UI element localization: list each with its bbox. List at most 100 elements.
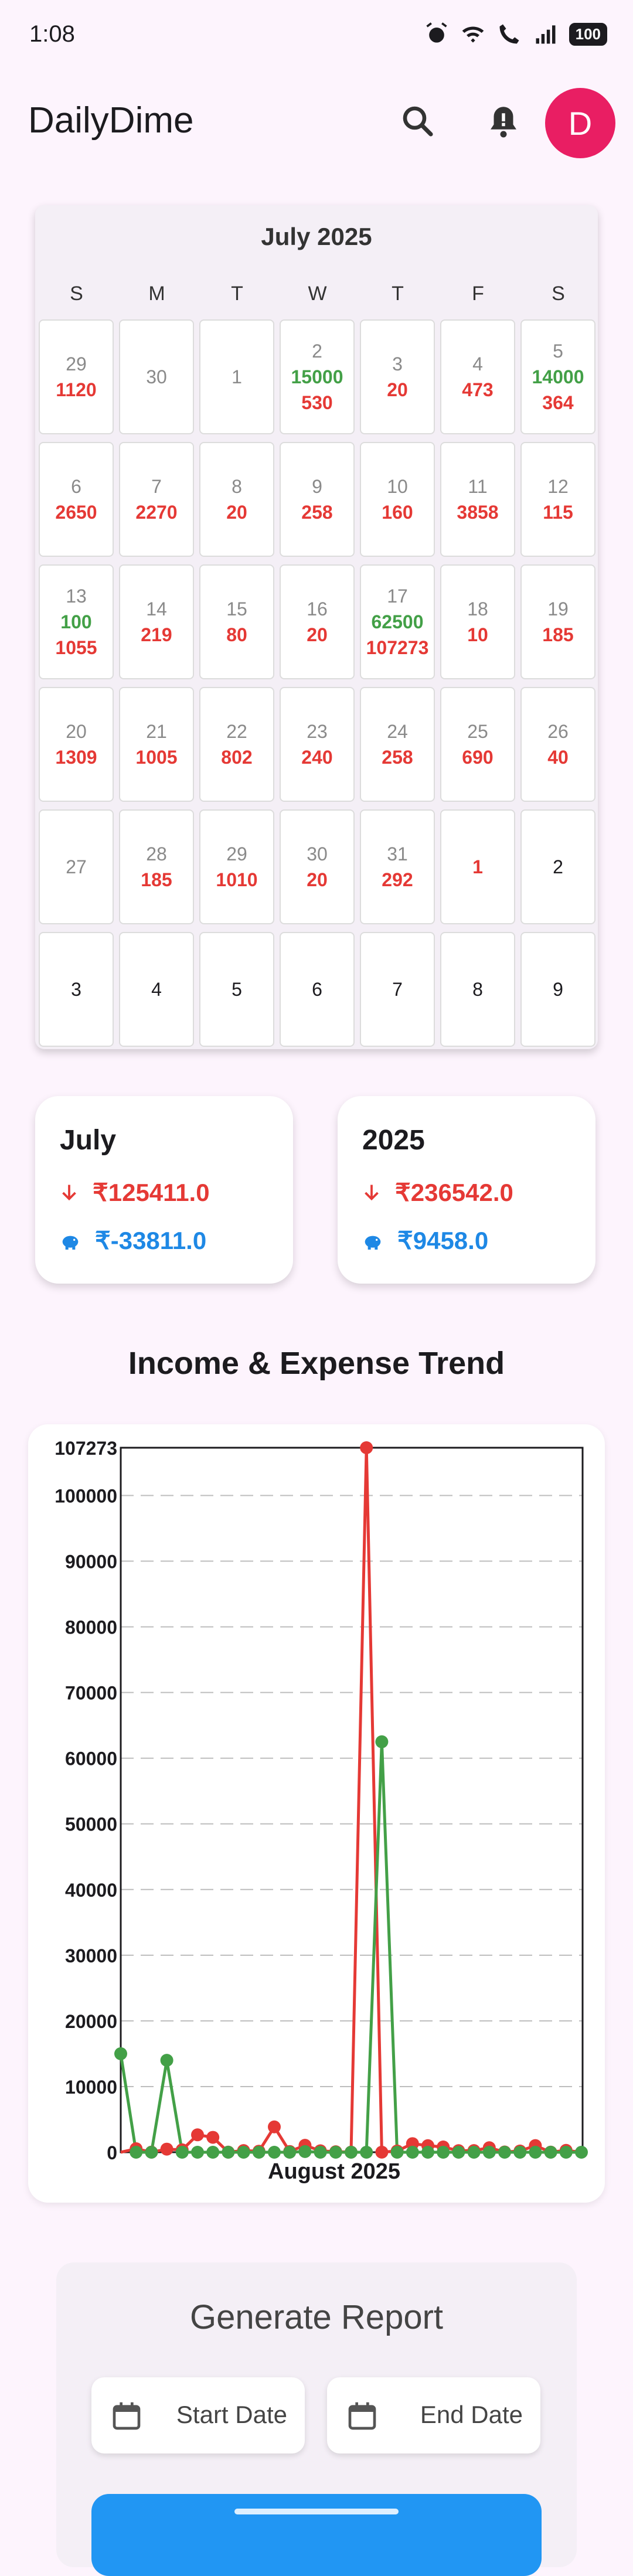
calendar-day-cell[interactable]: 31 292	[360, 809, 435, 924]
calendar-day-cell[interactable]: 3	[39, 932, 114, 1047]
calendar-day-cell[interactable]: 16 20	[280, 564, 355, 679]
calendar-day-cell[interactable]: 29 1120	[39, 319, 114, 434]
avatar[interactable]: D	[545, 88, 615, 158]
day-expense: 258	[301, 502, 333, 523]
calendar-day-cell[interactable]: 7	[360, 932, 435, 1047]
income-point	[329, 2146, 342, 2159]
y-tick-label: 80000	[65, 1617, 117, 1638]
calendar-day-cell[interactable]: 2	[520, 809, 595, 924]
trend-title: Income & Expense Trend	[128, 1346, 505, 1381]
day-number: 5	[553, 341, 563, 362]
expense-series-line	[120, 1447, 582, 2154]
calendar-day-cell[interactable]: 15 80	[199, 564, 274, 679]
calendar-day-cell[interactable]: 3 20	[360, 319, 435, 434]
calendar-day-cell[interactable]: 13 100 1055	[39, 564, 114, 679]
day-expense: 292	[382, 869, 413, 890]
calendar-day-cell[interactable]: 9	[520, 932, 595, 1047]
plot-frame	[120, 1447, 584, 2153]
day-number: 9	[312, 476, 322, 497]
calendar-day-cell[interactable]: 1	[440, 809, 515, 924]
calendar-day-cell[interactable]: 1	[199, 319, 274, 434]
day-expense: 802	[221, 747, 253, 768]
income-point	[452, 2146, 465, 2159]
day-expense: 20	[307, 624, 328, 645]
weekday-label: M	[148, 283, 165, 305]
y-tick-label: 90000	[65, 1551, 117, 1573]
day-expense: 219	[141, 624, 172, 645]
calendar-day-cell[interactable]: 12 115	[520, 442, 595, 557]
calendar-day-cell[interactable]: 4 473	[440, 319, 515, 434]
calendar-day-cell[interactable]: 2 15000 530	[280, 319, 355, 434]
income-point	[206, 2146, 220, 2159]
signal-icon	[536, 25, 556, 44]
income-point	[191, 2146, 204, 2159]
day-expense: 80	[226, 624, 247, 645]
day-number: 19	[547, 598, 569, 620]
day-expense: 20	[226, 502, 247, 523]
income-point	[175, 2146, 189, 2159]
calendar-day-cell[interactable]: 6	[280, 932, 355, 1047]
start-date-label: Start Date	[176, 2401, 287, 2428]
calendar-day-cell[interactable]: 19 185	[520, 564, 595, 679]
battery-indicator: 100	[569, 22, 607, 46]
piggy-bank-icon	[62, 1236, 79, 1250]
calendar-day-cell[interactable]: 14 219	[119, 564, 194, 679]
wifi-icon	[462, 26, 484, 43]
calendar-day-cell[interactable]: 24 258	[360, 687, 435, 802]
expense-point	[360, 1441, 373, 1454]
calendar-day-cell[interactable]: 23 240	[280, 687, 355, 802]
day-expense: 364	[542, 392, 574, 413]
search-icon[interactable]	[399, 102, 437, 144]
calendar-day-cell[interactable]: 8 20	[199, 442, 274, 557]
calendar-day-cell[interactable]: 18 10	[440, 564, 515, 679]
day-income: 62500	[371, 611, 424, 632]
calendar-day-cell[interactable]: 21 1005	[119, 687, 194, 802]
calendar-day-cell[interactable]: 17 62500 107273	[360, 564, 435, 679]
day-expense: 1010	[216, 869, 258, 890]
day-expense: 258	[382, 747, 413, 768]
day-number: 13	[66, 586, 87, 607]
calendar-day-cell[interactable]: 9 258	[280, 442, 355, 557]
calendar-day-cell[interactable]: 22 802	[199, 687, 274, 802]
day-number: 6	[71, 476, 81, 497]
y-tick-label: 50000	[65, 1814, 117, 1835]
calendar-day-cell[interactable]: 20 1309	[39, 687, 114, 802]
calendar-day-cell[interactable]: 5 14000 364	[520, 319, 595, 434]
calendar-day-cell[interactable]: 10 160	[360, 442, 435, 557]
calendar-day-cell[interactable]: 11 3858	[440, 442, 515, 557]
day-income: 100	[60, 611, 92, 632]
income-point	[375, 1735, 389, 1748]
year-summary-card[interactable]: 2025 ₹236542.0 ₹9458.0	[338, 1096, 595, 1284]
status-time: 1:08	[29, 21, 75, 47]
month-expense-value: ₹125411.0	[93, 1179, 210, 1206]
calendar-day-cell[interactable]: 5	[199, 932, 274, 1047]
calendar-day-cell[interactable]: 7 2270	[119, 442, 194, 557]
calendar-day-cell[interactable]: 4	[119, 932, 194, 1047]
income-point	[559, 2146, 573, 2159]
generate-report-button[interactable]	[91, 2494, 542, 2576]
calendar-day-cell[interactable]: 28 185	[119, 809, 194, 924]
day-number: 20	[66, 721, 87, 742]
weekday-label: F	[472, 283, 484, 305]
calendar-day-cell[interactable]: 30 20	[280, 809, 355, 924]
month-expense-row: ₹125411.0	[59, 1178, 210, 1207]
day-number: 5	[232, 979, 242, 1000]
calendar-day-cell[interactable]: 8	[440, 932, 515, 1047]
start-date-button[interactable]: Start Date	[91, 2377, 305, 2454]
calendar-day-cell[interactable]: 26 40	[520, 687, 595, 802]
month-summary-card[interactable]: July ₹125411.0 ₹-33811.0	[35, 1096, 293, 1284]
y-tick-label: 40000	[65, 1880, 117, 1901]
day-number: 14	[146, 598, 167, 620]
end-date-button[interactable]: End Date	[327, 2377, 540, 2454]
income-point	[237, 2146, 250, 2159]
calendar-day-cell[interactable]: 30	[119, 319, 194, 434]
gesture-handle	[234, 2509, 399, 2514]
notification-bell-icon[interactable]	[484, 102, 523, 144]
calendar-day-cell[interactable]: 27	[39, 809, 114, 924]
calendar-day-cell[interactable]: 6 2650	[39, 442, 114, 557]
x-axis-label: August 2025	[268, 2159, 400, 2184]
calendar-day-cell[interactable]: 29 1010	[199, 809, 274, 924]
calendar-day-cell[interactable]: 25 690	[440, 687, 515, 802]
y-tick-label: 60000	[65, 1748, 117, 1769]
app-bar: DailyDime D	[0, 88, 633, 158]
